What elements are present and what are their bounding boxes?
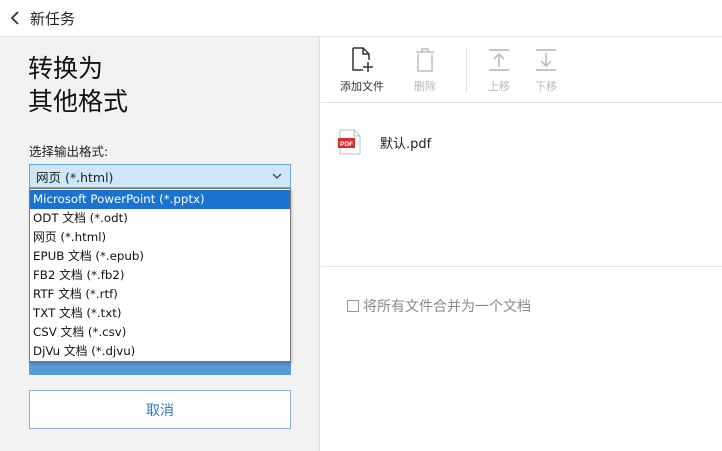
move-down-button[interactable]: 下移: [520, 47, 572, 97]
dropdown-item-epub[interactable]: EPUB 文档 (*.epub): [30, 247, 290, 266]
dropdown-item-txt[interactable]: TXT 文档 (*.txt): [30, 304, 290, 323]
dropdown-item-pptx[interactable]: Microsoft PowerPoint (*.pptx): [30, 190, 290, 209]
format-label: 选择输出格式:: [29, 144, 109, 159]
heading-line-1: 转换为: [28, 54, 104, 83]
trash-icon: [412, 47, 438, 73]
title-bar: 新任务: [0, 0, 722, 37]
merge-label: 将所有文件合并为一个文档: [363, 299, 531, 315]
window-title: 新任务: [30, 9, 76, 28]
move-down-label: 下移: [535, 80, 557, 93]
delete-label: 删除: [414, 80, 436, 93]
page-heading: 转换为 其他格式: [28, 52, 128, 118]
add-file-button[interactable]: 添加文件: [336, 47, 388, 97]
pdf-icon-text: PDF: [340, 141, 353, 148]
chevron-down-icon: [270, 169, 284, 183]
toolbar: 添加文件 删除 上移 下移: [321, 37, 722, 103]
dropdown-item-odt[interactable]: ODT 文档 (*.odt): [30, 209, 290, 228]
file-item[interactable]: PDF 默认.pdf: [338, 129, 431, 155]
format-select[interactable]: 网页 (*.html): [29, 164, 291, 188]
dropdown-item-csv[interactable]: CSV 文档 (*.csv): [30, 323, 290, 342]
move-up-label: 上移: [488, 80, 510, 93]
back-button[interactable]: [0, 0, 30, 37]
merge-option[interactable]: 将所有文件合并为一个文档: [347, 296, 531, 316]
move-down-icon: [533, 47, 559, 73]
format-select-value: 网页 (*.html): [36, 169, 114, 185]
move-up-icon: [486, 47, 512, 73]
format-dropdown-list: Microsoft PowerPoint (*.pptx) ODT 文档 (*.…: [29, 188, 291, 362]
dropdown-item-djvu[interactable]: DjVu 文档 (*.djvu): [30, 342, 290, 361]
move-up-button[interactable]: 上移: [473, 47, 525, 97]
dropdown-item-rtf[interactable]: RTF 文档 (*.rtf): [30, 285, 290, 304]
right-panel: 添加文件 删除 上移 下移 PDF 默认.pdf 将所有文件合并为一个文档: [321, 37, 722, 451]
file-area-divider: [321, 266, 722, 267]
merge-checkbox[interactable]: [347, 300, 359, 312]
cancel-button[interactable]: 取消: [29, 390, 291, 429]
dropdown-item-fb2[interactable]: FB2 文档 (*.fb2): [30, 266, 290, 285]
chevron-left-icon: [10, 11, 19, 25]
heading-line-2: 其他格式: [28, 87, 129, 116]
delete-button[interactable]: 删除: [399, 47, 451, 97]
file-list: PDF 默认.pdf: [321, 104, 722, 267]
pdf-file-icon: PDF: [338, 129, 362, 155]
add-file-label: 添加文件: [340, 80, 384, 93]
file-name: 默认.pdf: [380, 136, 432, 152]
add-file-icon: [349, 47, 375, 73]
dropdown-item-html[interactable]: 网页 (*.html): [30, 228, 290, 247]
toolbar-separator: [466, 48, 467, 92]
